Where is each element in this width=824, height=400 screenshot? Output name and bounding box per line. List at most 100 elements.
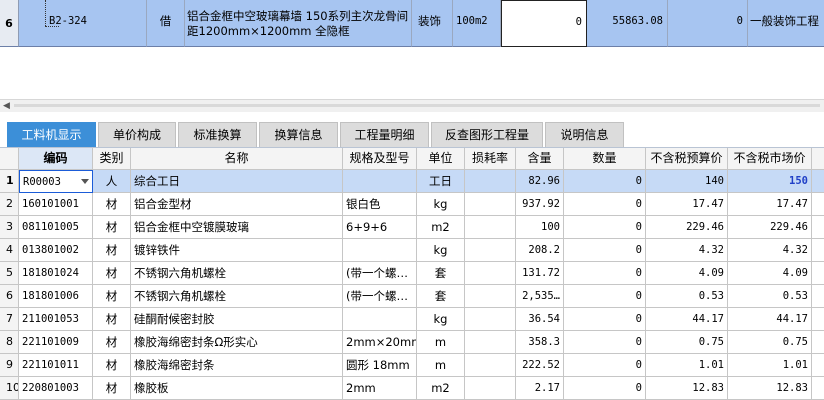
name-cell[interactable]: 综合工日 [131, 170, 343, 193]
unit-cell[interactable]: 套 [417, 262, 465, 285]
item-name[interactable]: 铝合金框中空玻璃幕墙 150系列主次龙骨间距1200mm×1200mm 全隐框 [185, 0, 412, 47]
header-market-price[interactable]: 不含税市场价 [728, 148, 812, 170]
table-row[interactable]: 5 181801024 材 不锈钢六角机螺栓 (带一个螺… 套 131.72 0 4.09 4.0… [0, 262, 824, 285]
item-amount[interactable]: 55863.08 [587, 0, 668, 47]
unit-cell[interactable]: 工日 [417, 170, 465, 193]
market-price-cell[interactable]: 4.09 [728, 262, 812, 285]
unit-cell[interactable]: m [417, 354, 465, 377]
name-cell[interactable]: 橡胶板 [131, 377, 343, 400]
table-row[interactable]: 8 221101009 材 橡胶海绵密封条Ω形实心 2mm×20mm… m 358.3 0 0.… [0, 331, 824, 354]
loss-rate-cell[interactable] [465, 331, 516, 354]
spec-cell[interactable] [343, 308, 417, 331]
type-cell[interactable]: 材 [93, 331, 131, 354]
budget-price-cell[interactable]: 44.17 [646, 308, 728, 331]
tab-reverse-lookup[interactable]: 反查图形工程量 [431, 122, 543, 147]
code-cell[interactable]: 221101011 [19, 354, 93, 377]
table-row[interactable]: 6 181801006 材 不锈钢六角机螺栓 (带一个螺… 套 2,535… 0 0.53 0.5… [0, 285, 824, 308]
type-cell[interactable]: 材 [93, 239, 131, 262]
code-edit-combobox[interactable]: R00003 [19, 170, 93, 193]
header-budget-price[interactable]: 不含税预算价 [646, 148, 728, 170]
tab-materials-display[interactable]: 工料机显示 [7, 122, 96, 147]
code-cell[interactable]: 081101005 [19, 216, 93, 239]
budget-price-cell[interactable]: 1.01 [646, 354, 728, 377]
loss-rate-cell[interactable] [465, 193, 516, 216]
market-price-cell[interactable]: 44.17 [728, 308, 812, 331]
loss-rate-cell[interactable] [465, 239, 516, 262]
name-cell[interactable]: 硅酮耐候密封胶 [131, 308, 343, 331]
tab-conversion-info[interactable]: 换算信息 [259, 122, 338, 147]
spec-cell[interactable]: 6+9+6 [343, 216, 417, 239]
unit-cell[interactable]: m2 [417, 216, 465, 239]
header-name[interactable]: 名称 [131, 148, 343, 170]
quantity-cell[interactable]: 0 [564, 377, 646, 400]
spec-cell[interactable]: 圆形 18mm [343, 354, 417, 377]
unit-cell[interactable]: kg [417, 239, 465, 262]
table-row[interactable]: 1 R00003 人 综合工日 工日 82.96 0 140 150 [0, 170, 824, 193]
unit-cell[interactable]: kg [417, 193, 465, 216]
item-value[interactable]: 0 [668, 0, 748, 47]
scroll-left-icon[interactable]: ◀ [3, 101, 10, 111]
quantity-cell[interactable]: 0 [564, 239, 646, 262]
name-cell[interactable]: 橡胶海绵密封条 [131, 354, 343, 377]
item-category[interactable]: 装饰 [412, 0, 453, 47]
code-cell[interactable]: 160101001 [19, 193, 93, 216]
table-row[interactable]: 4 013801002 材 镀锌铁件 kg 208.2 0 4.32 4.32 [0, 239, 824, 262]
code-cell[interactable]: 211001053 [19, 308, 93, 331]
loss-rate-cell[interactable] [465, 354, 516, 377]
quantity-cell[interactable]: 0 [564, 331, 646, 354]
unit-cell[interactable]: m2 [417, 377, 465, 400]
code-cell[interactable]: 181801006 [19, 285, 93, 308]
market-price-cell[interactable]: 17.47 [728, 193, 812, 216]
header-code[interactable]: 编码 [19, 148, 93, 170]
loss-rate-cell[interactable] [465, 377, 516, 400]
market-price-cell[interactable]: 150 [728, 170, 812, 193]
item-type[interactable]: 借 [147, 0, 185, 47]
type-cell[interactable]: 材 [93, 354, 131, 377]
code-cell[interactable]: 013801002 [19, 239, 93, 262]
budget-price-cell[interactable]: 140 [646, 170, 728, 193]
item-quantity-input[interactable]: 0 [501, 0, 587, 47]
name-cell[interactable]: 铝合金框中空镀膜玻璃 [131, 216, 343, 239]
content-cell[interactable]: 358.3 [516, 331, 564, 354]
header-loss-rate[interactable]: 损耗率 [465, 148, 516, 170]
loss-rate-cell[interactable] [465, 308, 516, 331]
type-cell[interactable]: 材 [93, 308, 131, 331]
code-cell[interactable]: 181801024 [19, 262, 93, 285]
spec-cell[interactable] [343, 239, 417, 262]
content-cell[interactable]: 208.2 [516, 239, 564, 262]
table-row[interactable]: 7 211001053 材 硅酮耐候密封胶 kg 36.54 0 44.17 44.17 [0, 308, 824, 331]
budget-price-cell[interactable]: 4.32 [646, 239, 728, 262]
table-row[interactable]: 10 220801003 材 橡胶板 2mm m2 2.17 0 12.83 12.83 [0, 377, 824, 400]
content-cell[interactable]: 2.17 [516, 377, 564, 400]
content-cell[interactable]: 2,535… [516, 285, 564, 308]
name-cell[interactable]: 不锈钢六角机螺栓 [131, 285, 343, 308]
quantity-cell[interactable]: 0 [564, 216, 646, 239]
header-unit[interactable]: 单位 [417, 148, 465, 170]
type-cell[interactable]: 材 [93, 285, 131, 308]
content-cell[interactable]: 36.54 [516, 308, 564, 331]
name-cell[interactable]: 不锈钢六角机螺栓 [131, 262, 343, 285]
quantity-cell[interactable]: 0 [564, 193, 646, 216]
tab-standard-conversion[interactable]: 标准换算 [178, 122, 257, 147]
type-cell[interactable]: 材 [93, 193, 131, 216]
content-cell[interactable]: 82.96 [516, 170, 564, 193]
spec-cell[interactable] [343, 170, 417, 193]
selected-item-row[interactable]: 6 B2-324 借 铝合金框中空玻璃幕墙 150系列主次龙骨间距1200mm×… [0, 0, 824, 48]
header-content[interactable]: 含量 [516, 148, 564, 170]
spec-cell[interactable]: 2mm×20mm… [343, 331, 417, 354]
header-type[interactable]: 类别 [93, 148, 131, 170]
header-spec[interactable]: 规格及型号 [343, 148, 417, 170]
budget-price-cell[interactable]: 4.09 [646, 262, 728, 285]
loss-rate-cell[interactable] [465, 216, 516, 239]
spec-cell[interactable]: (带一个螺… [343, 262, 417, 285]
type-cell[interactable]: 人 [93, 170, 131, 193]
market-price-cell[interactable]: 12.83 [728, 377, 812, 400]
unit-cell[interactable]: 套 [417, 285, 465, 308]
name-cell[interactable]: 橡胶海绵密封条Ω形实心 [131, 331, 343, 354]
budget-price-cell[interactable]: 12.83 [646, 377, 728, 400]
tab-description[interactable]: 说明信息 [545, 122, 624, 147]
table-row[interactable]: 9 221101011 材 橡胶海绵密封条 圆形 18mm m 222.52 0 1.01 1.0… [0, 354, 824, 377]
scroll-track[interactable] [14, 104, 820, 107]
item-unit[interactable]: 100m2 [453, 0, 501, 47]
dropdown-arrow-icon[interactable] [81, 179, 89, 184]
